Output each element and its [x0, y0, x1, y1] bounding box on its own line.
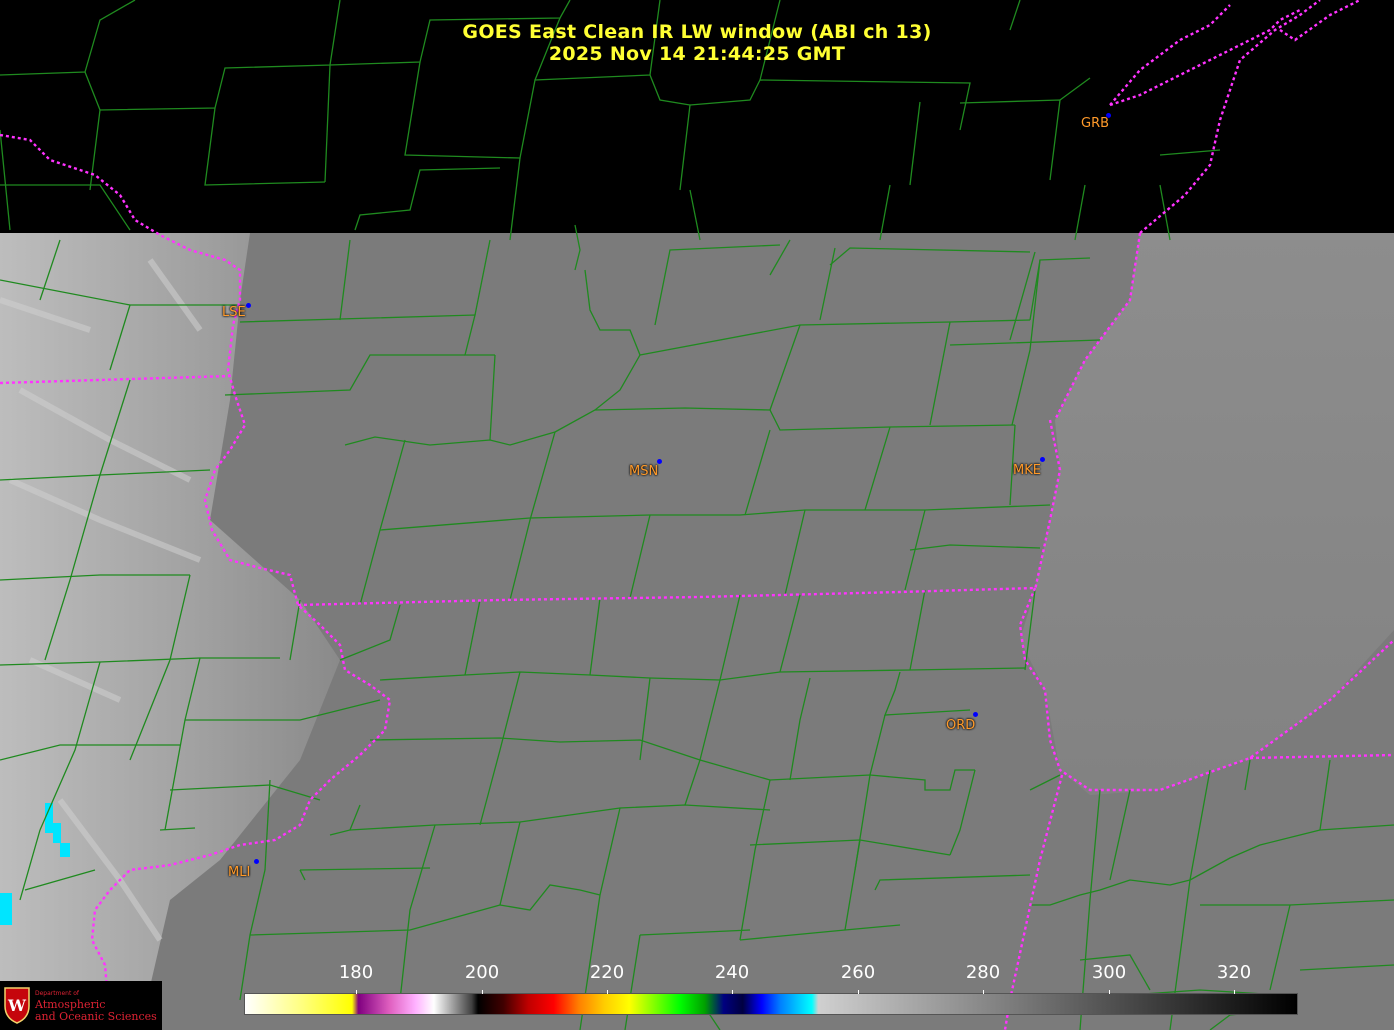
image-timestamp: 2025 Nov 14 21:44:25 GMT	[548, 43, 846, 65]
colorbar-tick-label: 300	[1091, 962, 1127, 983]
colorbar-tick-mark	[732, 990, 733, 994]
station-dot	[254, 859, 259, 864]
colorbar-tick-mark	[607, 990, 608, 994]
logo-line2: and Oceanic Sciences	[35, 1010, 157, 1023]
colorbar-tick-label: 180	[338, 962, 374, 983]
colorbar-tick-mark	[983, 990, 984, 994]
colorbar-tick-label: 260	[840, 962, 876, 983]
logo-department: Department of	[35, 990, 79, 997]
colorbar-tick-mark	[356, 990, 357, 994]
image-title: GOES East Clean IR LW window (ABI ch 13)	[462, 21, 932, 43]
station-dot	[1040, 457, 1045, 462]
uw-crest-icon: W	[4, 987, 30, 1024]
colorbar-tick-label: 200	[464, 962, 500, 983]
colorbar-tick-label: 220	[589, 962, 625, 983]
colorbar-tick-label: 320	[1216, 962, 1252, 983]
station-label: ORD	[946, 718, 976, 733]
temperature-colorbar	[244, 993, 1298, 1015]
station-dot	[973, 712, 978, 717]
svg-text:W: W	[7, 996, 27, 1015]
colorbar-tick-label: 280	[965, 962, 1001, 983]
map-canvas	[0, 0, 1394, 1030]
aos-logo: W Department of Atmospheric and Oceanic …	[0, 981, 162, 1030]
colorbar-tick-mark	[482, 990, 483, 994]
station-label: MSN	[629, 464, 659, 479]
colorbar-tick-mark	[1234, 990, 1235, 994]
colorbar-tick-label: 240	[714, 962, 750, 983]
station-label: MLI	[228, 865, 251, 880]
station-label: MKE	[1013, 463, 1041, 478]
satellite-image: GOES East Clean IR LW window (ABI ch 13)…	[0, 0, 1394, 1030]
station-dot	[246, 303, 251, 308]
colorbar-tick-mark	[858, 990, 859, 994]
colorbar-tick-mark	[1109, 990, 1110, 994]
station-label: GRB	[1081, 116, 1110, 131]
station-label: LSE	[222, 305, 246, 320]
